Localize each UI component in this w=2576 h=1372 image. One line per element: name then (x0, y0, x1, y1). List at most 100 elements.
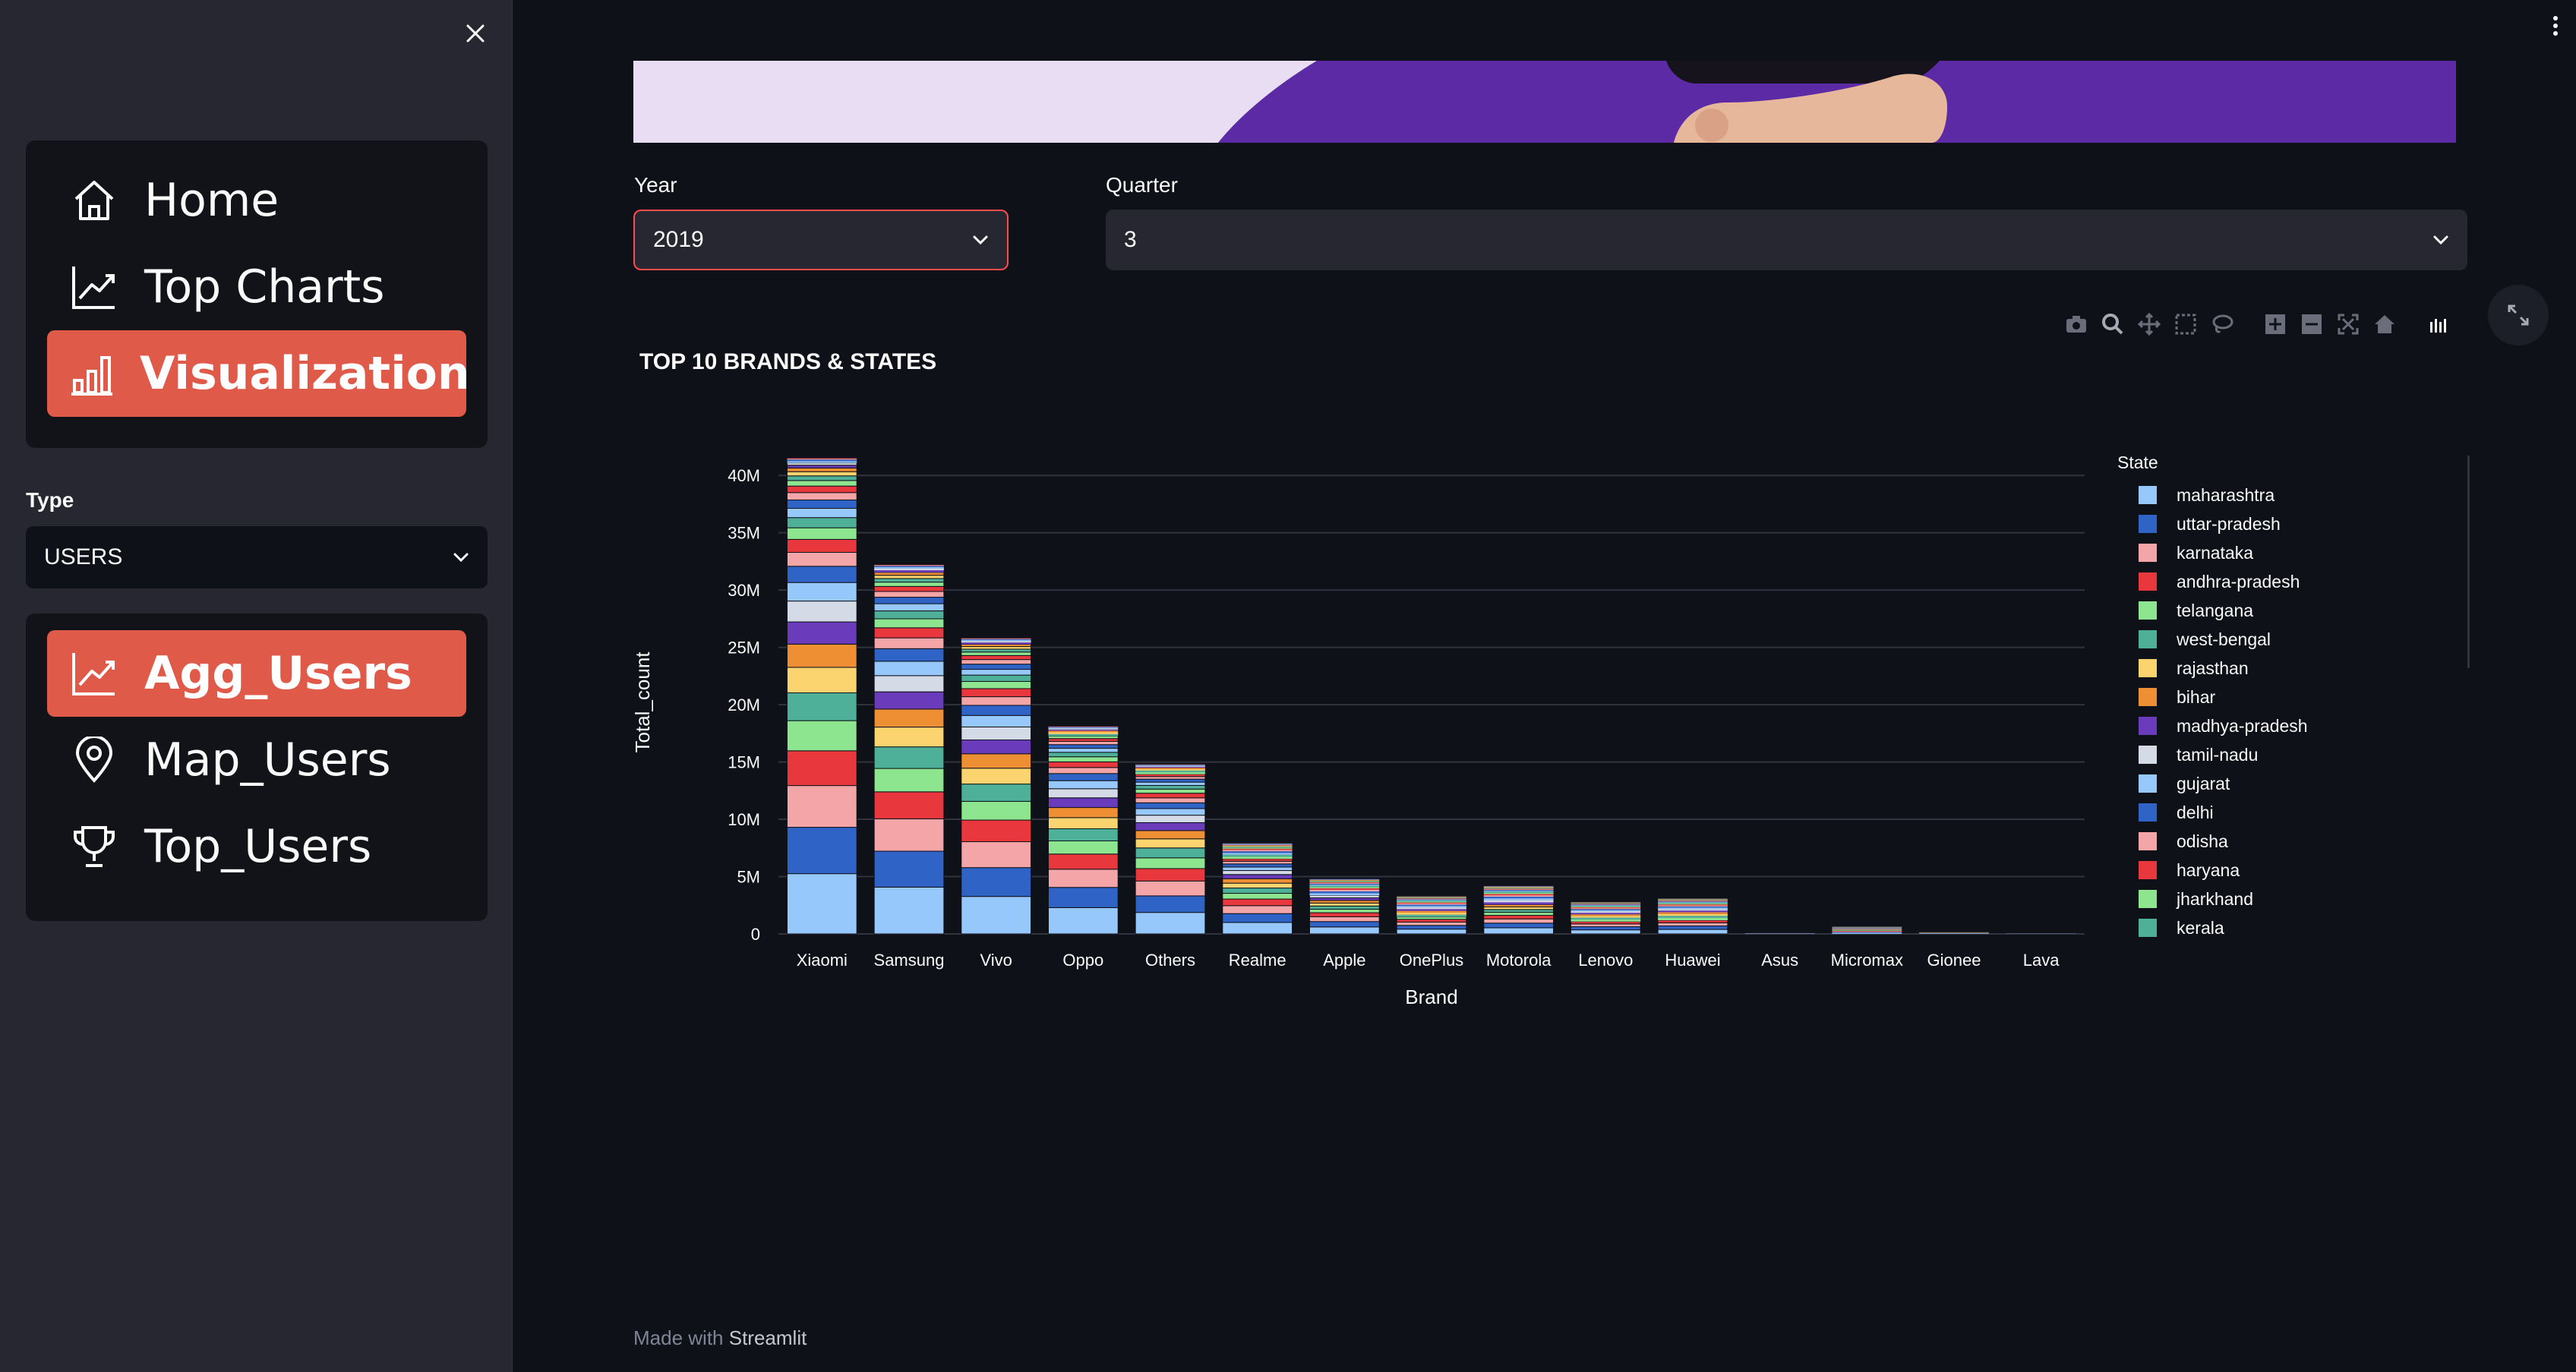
y-tick-label: 25M (728, 639, 760, 658)
main-nav-menu: Home Top Charts Visualization (26, 140, 488, 448)
reset-axes-button[interactable] (2370, 310, 2399, 339)
legend-swatch (2139, 486, 2157, 504)
legend-scrollbar[interactable] (2467, 456, 2470, 668)
bar-segment (1309, 909, 1380, 913)
bar-segment (1483, 896, 1554, 899)
legend-item[interactable]: jharkhand (2117, 885, 2421, 913)
bar-segment (961, 651, 1032, 656)
bar-segment (1397, 910, 1466, 913)
footer-brand-link[interactable]: Streamlit (729, 1326, 807, 1349)
pan-button[interactable] (2135, 310, 2164, 339)
legend-item[interactable]: rajasthan (2117, 654, 2421, 683)
bar-segment (1483, 915, 1555, 919)
bar-segment (1658, 918, 1728, 920)
zoom-button[interactable] (2098, 310, 2127, 339)
bar-segment (1832, 929, 1902, 930)
bar-segment (1135, 838, 1206, 849)
legend-item[interactable]: delhi (2117, 798, 2421, 827)
bar-segment (786, 485, 857, 494)
bar-segment (1222, 870, 1293, 875)
legend-item[interactable]: uttar-pradesh (2117, 509, 2421, 538)
legend-label: gujarat (2177, 773, 2230, 793)
legend-item[interactable]: karnataka (2117, 538, 2421, 567)
bar-segment (873, 575, 945, 579)
lasso-select-button[interactable] (2208, 310, 2237, 339)
bar-segment (1048, 729, 1119, 731)
bar-segment (1135, 765, 1205, 767)
lasso-icon (2212, 314, 2233, 333)
footer: Made with Streamlit (633, 1326, 807, 1350)
nav-item-label: Top Charts (144, 260, 385, 314)
bar-segment (1047, 869, 1119, 888)
legend-item[interactable]: maharashtra (2117, 481, 2421, 509)
sidebar-close-button[interactable] (459, 17, 492, 50)
bar-segment (1658, 907, 1728, 910)
bar-segment (873, 768, 945, 793)
nav-item-home[interactable]: Home (47, 157, 466, 244)
chevron-down-icon (973, 235, 988, 245)
y-tick-label: 10M (728, 810, 760, 829)
legend-label: telangana (2177, 600, 2254, 620)
bar-segment (1658, 900, 1728, 901)
legend-item[interactable]: tamil-nadu (2117, 740, 2421, 769)
main-menu-button[interactable] (2540, 8, 2571, 53)
bar-segment (1483, 906, 1555, 910)
bar-segment (961, 714, 1032, 727)
bar-segment (1658, 912, 1728, 914)
sub-nav-item-agg-users[interactable]: Agg_Users (47, 630, 466, 717)
plotly-logo[interactable] (2423, 310, 2452, 339)
bar-segment (961, 841, 1032, 869)
legend-item[interactable]: west-bengal (2117, 625, 2421, 654)
bar-segment (1135, 772, 1205, 774)
bar-segment (786, 621, 857, 645)
sub-nav-item-label: Top_Users (144, 820, 372, 873)
legend-item[interactable]: odisha (2117, 827, 2421, 856)
bar-segment (786, 467, 857, 472)
quarter-select[interactable]: 3 (1106, 210, 2467, 270)
x-tick-label: Apple (1323, 951, 1365, 970)
legend-item[interactable]: telangana (2117, 596, 2421, 625)
bar-segment (961, 784, 1032, 802)
legend-item[interactable]: kerala (2117, 913, 2421, 942)
download-png-button[interactable] (2062, 310, 2091, 339)
legend-label: delhi (2177, 802, 2214, 822)
bar-segment (1397, 914, 1466, 917)
bar-segment (961, 669, 1032, 676)
type-select[interactable]: USERS (26, 526, 488, 588)
bar-segment (1658, 909, 1728, 911)
legend-item[interactable]: andhra-pradesh (2117, 567, 2421, 596)
bar-segment (1135, 765, 1205, 766)
bar-segment (1309, 926, 1380, 935)
legend-label: west-bengal (2177, 629, 2271, 649)
bar-segment (786, 827, 857, 875)
sub-nav-item-top-users[interactable]: Top_Users (47, 803, 466, 890)
x-tick-label: Others (1145, 951, 1195, 970)
bar-segment (1658, 903, 1728, 904)
box-select-button[interactable] (2171, 310, 2200, 339)
nav-item-top-charts[interactable]: Top Charts (47, 244, 466, 330)
zoom-out-button[interactable] (2297, 310, 2326, 339)
bar-segment (1047, 748, 1119, 753)
year-select[interactable]: 2019 (633, 210, 1009, 270)
sub-nav-item-label: Map_Users (144, 733, 391, 787)
bar-segment (786, 692, 857, 721)
autoscale-button[interactable] (2334, 310, 2363, 339)
bar-segment (1222, 922, 1293, 935)
legend-item[interactable]: bihar (2117, 683, 2421, 711)
legend-swatch (2139, 774, 2157, 793)
fullscreen-button[interactable] (2488, 285, 2549, 345)
nav-item-visualization[interactable]: Visualization (47, 330, 470, 417)
legend-item[interactable]: gujarat (2117, 769, 2421, 798)
chevron-down-icon (2433, 235, 2448, 245)
bar-segment (786, 601, 857, 623)
nav-item-label: Home (144, 174, 279, 227)
bar-segment (1047, 807, 1119, 818)
app-window: Home Top Charts Visualization Type USERS (0, 0, 2576, 1372)
legend-item[interactable]: haryana (2117, 856, 2421, 885)
sub-nav-item-map-users[interactable]: Map_Users (47, 717, 466, 803)
zoom-in-button[interactable] (2261, 310, 2290, 339)
bar-segment (1832, 929, 1902, 930)
bar-segment (1397, 897, 1466, 899)
bar-segment (1483, 887, 1554, 888)
legend-item[interactable]: madhya-pradesh (2117, 711, 2421, 740)
